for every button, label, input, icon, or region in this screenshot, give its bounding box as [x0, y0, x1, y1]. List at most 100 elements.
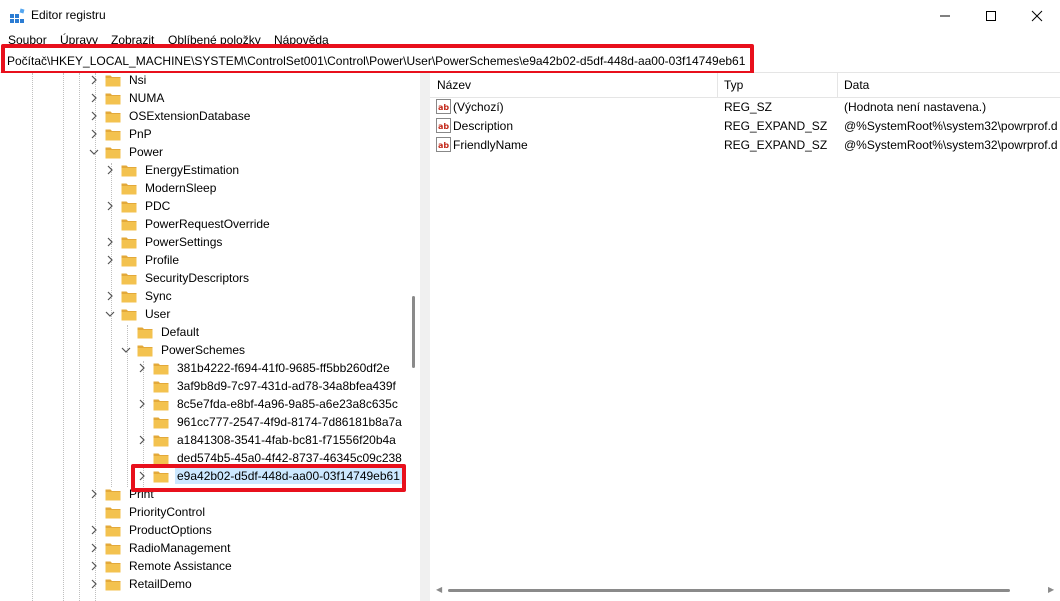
value-row[interactable]: ab Description REG_EXPAND_SZ @%SystemRoot%\… — [430, 117, 1060, 136]
chevron-right-icon[interactable] — [105, 161, 115, 179]
tree-item[interactable]: 8c5e7fda-e8bf-4a96-9a85-a6e23a8c635c — [137, 395, 400, 413]
tree-item-label: Power — [129, 145, 164, 159]
chevron-right-icon[interactable] — [89, 485, 99, 503]
chevron-right-icon[interactable] — [89, 73, 99, 89]
tree-item-label: SecurityDescriptors — [145, 271, 250, 285]
folder-icon — [121, 219, 137, 230]
chevron-down-icon[interactable] — [89, 143, 99, 161]
chevron-right-icon[interactable] — [89, 557, 99, 575]
tree-item[interactable]: PriorityControl — [89, 503, 207, 521]
chevron-down-icon[interactable] — [121, 341, 131, 359]
tree-item[interactable]: Profile — [105, 251, 181, 269]
tree-item[interactable]: RetailDemo — [89, 575, 194, 593]
tree-item[interactable]: PnP — [89, 125, 154, 143]
chevron-right-icon[interactable] — [105, 251, 115, 269]
tree-item[interactable]: Remote Assistance — [89, 557, 234, 575]
values-hscrollbar[interactable] — [430, 583, 1060, 601]
tree-scrollbar-thumb[interactable] — [412, 296, 415, 368]
chevron-right-icon[interactable] — [89, 125, 99, 143]
tree-item-label: Profile — [145, 253, 180, 267]
value-name: (Výchozí) — [453, 100, 504, 114]
folder-icon — [105, 129, 121, 140]
tree-item[interactable]: Power — [89, 143, 165, 161]
chevron-right-icon[interactable] — [105, 233, 115, 251]
chevron-right-icon[interactable] — [89, 539, 99, 557]
tree-item[interactable]: OSExtensionDatabase — [89, 107, 252, 125]
tree-item-label: ProductOptions — [129, 523, 212, 537]
minimize-button[interactable] — [922, 0, 968, 32]
tree-item-label: PowerSettings — [145, 235, 223, 249]
scroll-right-icon[interactable]: ▶ — [1048, 585, 1054, 594]
folder-icon — [105, 579, 121, 590]
tree-item[interactable]: RadioManagement — [89, 539, 232, 557]
pane-splitter[interactable] — [420, 73, 430, 601]
folder-icon — [121, 201, 137, 212]
tree-item[interactable]: PowerRequestOverride — [105, 215, 272, 233]
tree-item-label: Default — [161, 325, 200, 339]
chevron-right-icon[interactable] — [137, 431, 147, 449]
chevron-right-icon[interactable] — [89, 521, 99, 539]
column-header-data[interactable]: Data — [844, 78, 869, 92]
chevron-right-icon[interactable] — [137, 395, 147, 413]
tree-item[interactable]: 381b4222-f694-41f0-9685-ff5bb260df2e — [137, 359, 392, 377]
value-type: REG_SZ — [724, 100, 773, 114]
chevron-right-icon[interactable] — [105, 197, 115, 215]
scroll-left-icon[interactable]: ◀ — [436, 585, 442, 594]
tree-item-label: EnergyEstimation — [145, 163, 240, 177]
tree-item[interactable]: a1841308-3541-4fab-bc81-f71556f20b4a — [137, 431, 398, 449]
maximize-button[interactable] — [968, 0, 1014, 32]
tree-item[interactable]: 3af9b8d9-7c97-431d-ad78-34a8bfea439f — [137, 377, 398, 395]
string-value-icon: ab — [436, 137, 451, 152]
column-separator[interactable] — [837, 73, 838, 97]
values-header: Název Typ Data — [430, 73, 1060, 98]
tree-item[interactable]: Sync — [105, 287, 174, 305]
registry-tree[interactable]: Nsi NUMA OSExtensionDatabase PnP Power Energy… — [0, 73, 420, 601]
chevron-right-icon[interactable] — [89, 575, 99, 593]
chevron-right-icon[interactable] — [105, 287, 115, 305]
tree-item-label: Remote Assistance — [129, 559, 232, 573]
tree-item[interactable]: Nsi — [89, 73, 148, 89]
chevron-right-icon[interactable] — [137, 359, 147, 377]
tree-item-label: PowerSchemes — [161, 343, 246, 357]
close-button[interactable] — [1014, 0, 1060, 32]
values-hscrollbar-thumb[interactable] — [448, 589, 1010, 592]
column-separator[interactable] — [717, 73, 718, 97]
tree-item[interactable]: PowerSchemes — [121, 341, 247, 359]
tree-item[interactable]: NUMA — [89, 89, 166, 107]
tree-item-label: a1841308-3541-4fab-bc81-f71556f20b4a — [177, 433, 396, 447]
folder-icon — [105, 543, 121, 554]
tree-item-label: Nsi — [129, 73, 147, 87]
chevron-right-icon[interactable] — [89, 89, 99, 107]
tree-item-label: RetailDemo — [129, 577, 192, 591]
tree-item[interactable]: PowerSettings — [105, 233, 224, 251]
tree-item[interactable]: Default — [121, 323, 201, 341]
tree-item-label: ModernSleep — [145, 181, 217, 195]
values-list[interactable]: Název Typ Data ab (Výchozí) REG_SZ (Hodnota… — [430, 73, 1060, 601]
window-title: Editor registru — [31, 8, 106, 22]
chevron-down-icon[interactable] — [105, 305, 115, 323]
folder-icon — [105, 147, 121, 158]
value-row[interactable]: ab FriendlyName REG_EXPAND_SZ @%SystemRoot%… — [430, 136, 1060, 155]
tree-item[interactable]: PDC — [105, 197, 172, 215]
tree-guide-line — [79, 73, 81, 601]
chevron-right-icon[interactable] — [89, 107, 99, 125]
string-value-icon: ab — [436, 99, 451, 114]
tree-item[interactable]: 961cc777-2547-4f9d-8174-7d86181b8a7a — [137, 413, 404, 431]
folder-icon — [105, 507, 121, 518]
folder-icon — [153, 381, 169, 392]
tree-item[interactable]: User — [105, 305, 172, 323]
tree-item[interactable]: SecurityDescriptors — [105, 269, 251, 287]
selected-key-highlight-box — [131, 464, 406, 492]
tree-item[interactable]: ModernSleep — [105, 179, 218, 197]
tree-item[interactable]: EnergyEstimation — [105, 161, 241, 179]
folder-icon — [105, 525, 121, 536]
svg-text:ab: ab — [438, 103, 449, 112]
value-row[interactable]: ab (Výchozí) REG_SZ (Hodnota není nastavena… — [430, 98, 1060, 117]
tree-item[interactable]: ProductOptions — [89, 521, 214, 539]
tree-item-label: PriorityControl — [129, 505, 206, 519]
tree-item-label: User — [145, 307, 171, 321]
column-header-name[interactable]: Název — [437, 78, 471, 92]
column-header-type[interactable]: Typ — [724, 78, 743, 92]
